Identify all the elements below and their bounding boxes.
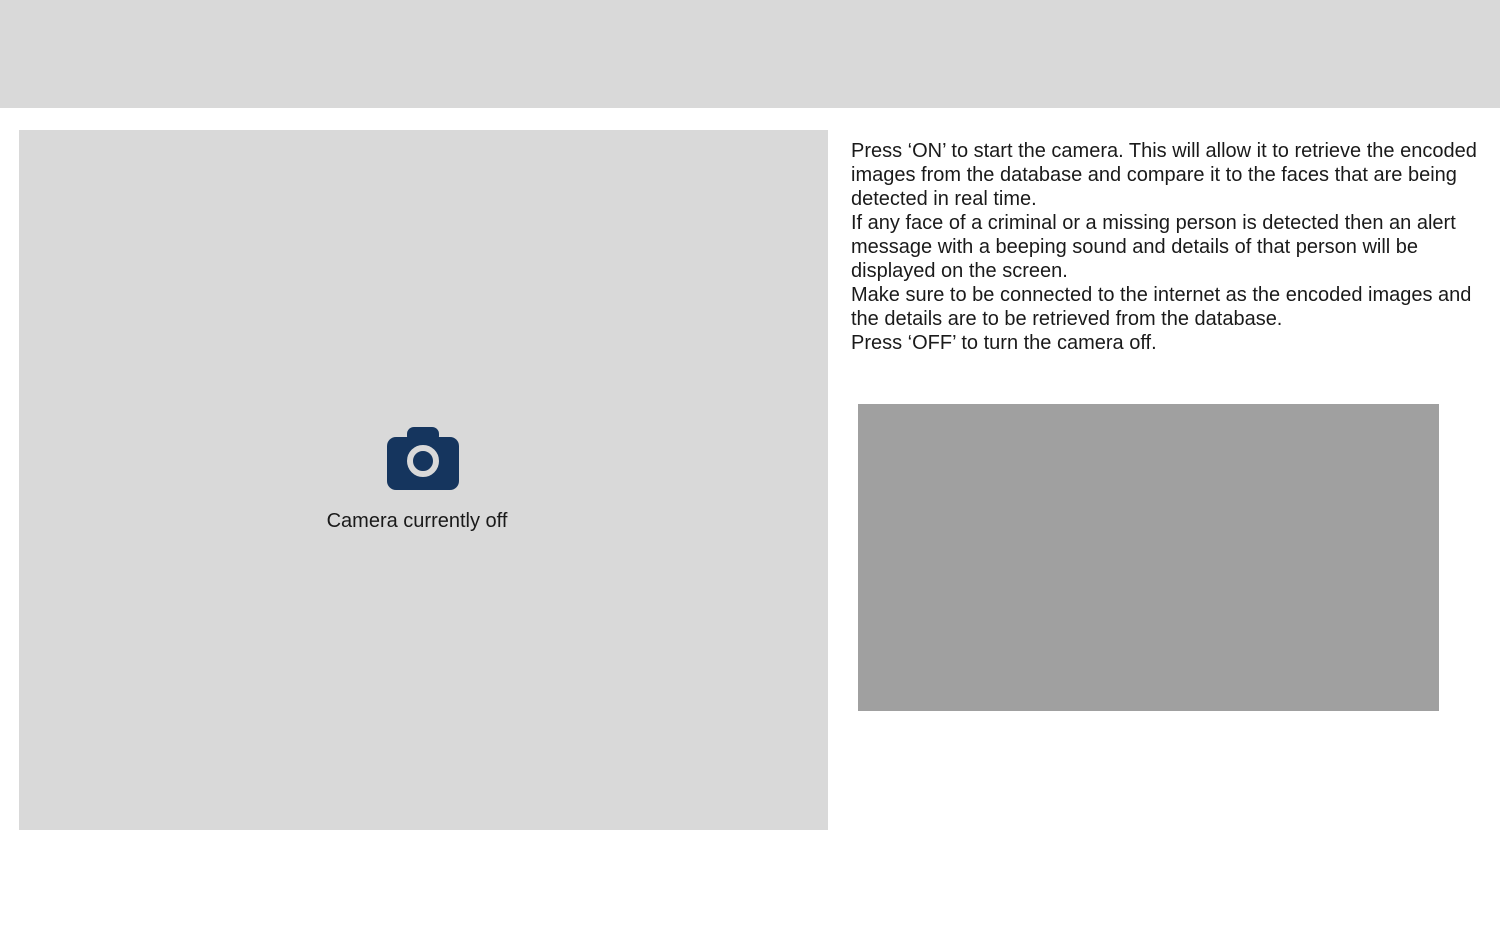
camera-icon-body [387, 437, 459, 490]
camera-status-text: Camera currently off [326, 510, 508, 532]
instruction-line: If any face of a criminal or a missing p… [851, 212, 1456, 282]
camera-icon-top [407, 427, 439, 443]
instruction-line: Press ‘ON’ to start the camera. This wil… [851, 140, 1477, 210]
instructions-text: Press ‘ON’ to start the camera. This wil… [851, 139, 1481, 355]
instruction-line: Make sure to be connected to the interne… [851, 284, 1472, 330]
instruction-line: Press ‘OFF’ to turn the camera off. [851, 332, 1157, 354]
alert-display-box [858, 404, 1439, 711]
header-bar [0, 0, 1500, 108]
camera-icon [387, 427, 459, 490]
